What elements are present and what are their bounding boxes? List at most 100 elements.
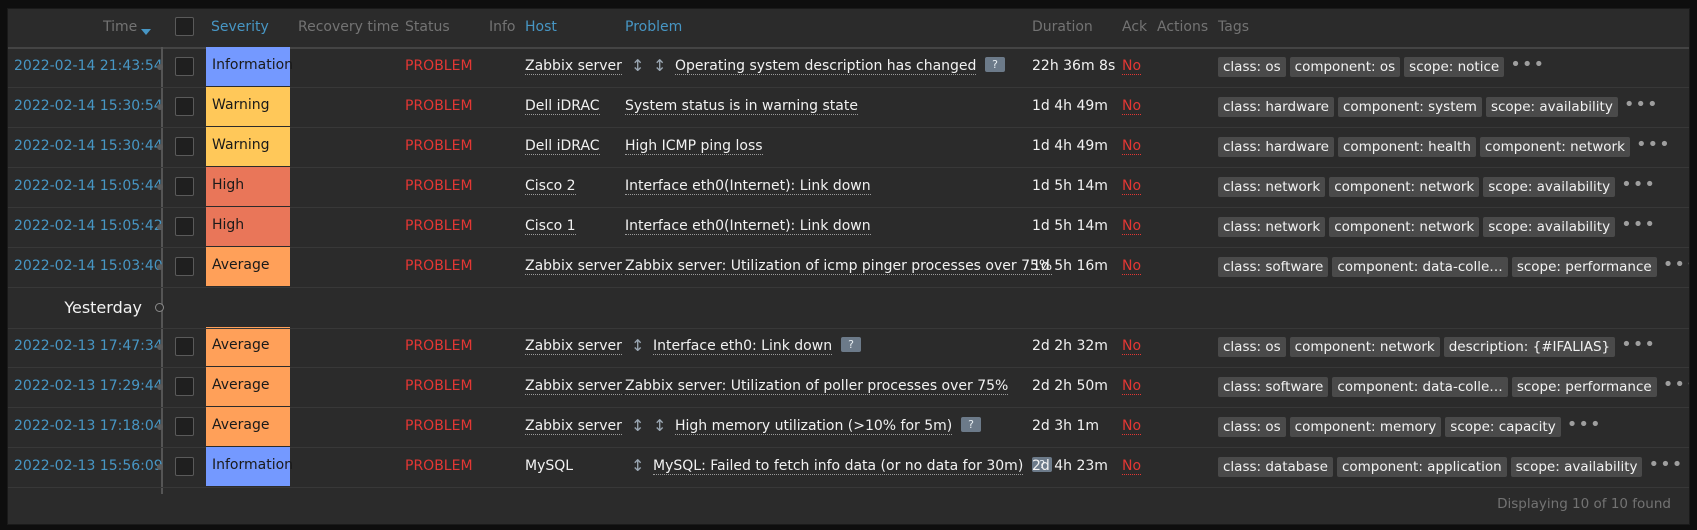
col-time-label[interactable]: Time: [103, 19, 137, 35]
problem-link[interactable]: Operating system description has changed: [675, 58, 977, 75]
tag-chip[interactable]: class: software: [1218, 377, 1329, 397]
row-checkbox[interactable]: [175, 177, 194, 196]
host-link[interactable]: Zabbix server: [525, 418, 622, 435]
col-problem[interactable]: Problem: [625, 19, 682, 35]
event-time-link[interactable]: 2022-02-13 17:47:34: [14, 338, 163, 354]
row-checkbox[interactable]: [175, 457, 194, 476]
tag-chip[interactable]: component: data-colle…: [1332, 377, 1508, 397]
tag-chip[interactable]: class: network: [1218, 217, 1326, 237]
more-tags-icon[interactable]: •••: [1567, 416, 1602, 434]
host-link[interactable]: Dell iDRAC: [525, 138, 600, 155]
more-tags-icon[interactable]: •••: [1663, 256, 1689, 274]
host-link[interactable]: Zabbix server: [525, 338, 622, 355]
row-checkbox[interactable]: [175, 57, 194, 76]
event-time-link[interactable]: 2022-02-14 15:05:42: [14, 218, 163, 234]
tag-chip[interactable]: class: os: [1218, 417, 1286, 437]
row-checkbox[interactable]: [175, 417, 194, 436]
more-tags-icon[interactable]: •••: [1510, 56, 1545, 74]
more-tags-icon[interactable]: •••: [1621, 336, 1656, 354]
more-tags-icon[interactable]: •••: [1663, 376, 1689, 394]
row-checkbox[interactable]: [175, 97, 194, 116]
tag-chip[interactable]: scope: availability: [1485, 97, 1618, 117]
event-time-link[interactable]: 2022-02-13 17:29:44: [14, 378, 163, 394]
tag-chip[interactable]: scope: capacity: [1445, 417, 1561, 437]
tag-chip[interactable]: scope: availability: [1510, 457, 1643, 477]
tag-chip[interactable]: class: software: [1218, 257, 1329, 277]
tag-chip[interactable]: component: memory: [1289, 417, 1442, 437]
tag-chip[interactable]: class: hardware: [1218, 97, 1334, 117]
tag-chip[interactable]: component: data-colle…: [1332, 257, 1508, 277]
host-link[interactable]: Zabbix server: [525, 258, 622, 275]
tag-chip[interactable]: component: os: [1289, 57, 1401, 77]
tag-chip[interactable]: class: hardware: [1218, 137, 1334, 157]
description-help-icon[interactable]: ?: [985, 57, 1005, 72]
host-link[interactable]: Zabbix server: [525, 378, 622, 395]
problem-link[interactable]: MySQL: Failed to fetch info data (or no …: [653, 458, 1024, 475]
updown-icon[interactable]: ↕: [631, 56, 644, 76]
tag-chip[interactable]: component: health: [1337, 137, 1476, 157]
event-time-link[interactable]: 2022-02-13 15:56:09: [14, 458, 163, 474]
host-link[interactable]: Dell iDRAC: [525, 98, 600, 115]
event-time-link[interactable]: 2022-02-14 15:30:54: [14, 98, 163, 114]
problem-link[interactable]: System status is in warning state: [625, 98, 858, 115]
host-link[interactable]: Cisco 2: [525, 178, 576, 195]
tag-chip[interactable]: class: os: [1218, 337, 1286, 357]
tag-chip[interactable]: component: network: [1289, 337, 1440, 357]
host-link[interactable]: MySQL: [525, 458, 573, 474]
problem-link[interactable]: Interface eth0(Internet): Link down: [625, 218, 871, 235]
ack-link[interactable]: No: [1122, 418, 1142, 435]
more-tags-icon[interactable]: •••: [1648, 456, 1683, 474]
tag-chip[interactable]: scope: notice: [1404, 57, 1505, 77]
ack-link[interactable]: No: [1122, 338, 1142, 355]
event-time-link[interactable]: 2022-02-13 17:18:04: [14, 418, 163, 434]
ack-link[interactable]: No: [1122, 258, 1142, 275]
event-time-link[interactable]: 2022-02-14 15:03:40: [14, 258, 163, 274]
tag-chip[interactable]: component: network: [1329, 217, 1480, 237]
event-time-link[interactable]: 2022-02-14 15:05:44: [14, 178, 163, 194]
tag-chip[interactable]: class: network: [1218, 177, 1326, 197]
col-severity[interactable]: Severity: [211, 19, 269, 35]
ack-link[interactable]: No: [1122, 378, 1142, 395]
tag-chip[interactable]: component: application: [1336, 457, 1507, 477]
tag-chip[interactable]: scope: performance: [1511, 377, 1657, 397]
ack-link[interactable]: No: [1122, 458, 1142, 475]
ack-link[interactable]: No: [1122, 178, 1142, 195]
updown-icon[interactable]: ↕: [631, 416, 644, 436]
event-time-link[interactable]: 2022-02-14 21:43:54: [14, 58, 163, 74]
ack-link[interactable]: No: [1122, 58, 1142, 75]
updown-icon[interactable]: ↕: [631, 336, 644, 356]
problem-link[interactable]: High ICMP ping loss: [625, 138, 763, 155]
tag-chip[interactable]: class: os: [1218, 57, 1286, 77]
ack-link[interactable]: No: [1122, 218, 1142, 235]
problem-link[interactable]: Zabbix server: Utilization of icmp pinge…: [625, 258, 1053, 275]
problem-link[interactable]: Interface eth0(Internet): Link down: [625, 178, 871, 195]
tag-chip[interactable]: scope: performance: [1511, 257, 1657, 277]
row-checkbox[interactable]: [175, 257, 194, 276]
tag-chip[interactable]: scope: availability: [1483, 177, 1616, 197]
updown-icon[interactable]: ↕: [653, 416, 666, 436]
col-host[interactable]: Host: [525, 19, 557, 35]
tag-chip[interactable]: class: database: [1218, 457, 1333, 477]
description-help-icon[interactable]: ?: [841, 337, 861, 352]
select-all-checkbox[interactable]: [175, 17, 194, 36]
ack-link[interactable]: No: [1122, 138, 1142, 155]
event-time-link[interactable]: 2022-02-14 15:30:44: [14, 138, 163, 154]
row-checkbox[interactable]: [175, 377, 194, 396]
tag-chip[interactable]: description: {#IFALIAS}: [1443, 337, 1616, 357]
row-checkbox[interactable]: [175, 137, 194, 156]
tag-chip[interactable]: component: network: [1329, 177, 1480, 197]
updown-icon[interactable]: ↕: [653, 56, 666, 76]
updown-icon[interactable]: ↕: [631, 456, 644, 476]
problem-link[interactable]: Interface eth0: Link down: [653, 338, 833, 355]
tag-chip[interactable]: scope: availability: [1483, 217, 1616, 237]
ack-link[interactable]: No: [1122, 98, 1142, 115]
row-checkbox[interactable]: [175, 337, 194, 356]
row-checkbox[interactable]: [175, 217, 194, 236]
host-link[interactable]: Zabbix server: [525, 58, 622, 75]
problem-link[interactable]: High memory utilization (>10% for 5m): [675, 418, 953, 435]
more-tags-icon[interactable]: •••: [1624, 96, 1659, 114]
more-tags-icon[interactable]: •••: [1621, 216, 1656, 234]
more-tags-icon[interactable]: •••: [1621, 176, 1656, 194]
host-link[interactable]: Cisco 1: [525, 218, 576, 235]
more-tags-icon[interactable]: •••: [1636, 136, 1671, 154]
